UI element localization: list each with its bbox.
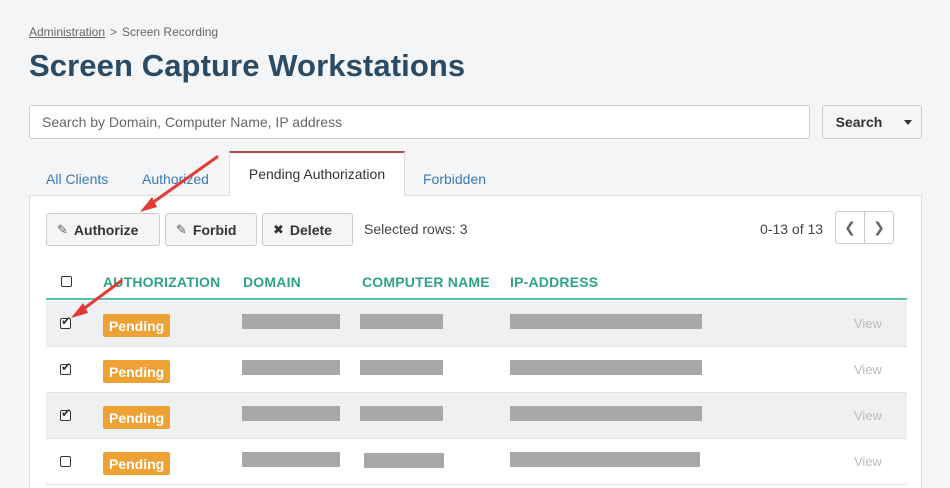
redacted-domain (242, 452, 340, 467)
redacted-computer-name (360, 406, 443, 421)
select-all-checkbox[interactable] (61, 276, 72, 287)
view-link[interactable]: View (854, 454, 882, 469)
table-row[interactable]: Pending View (46, 393, 907, 439)
caret-down-icon (904, 119, 912, 125)
row-checkbox[interactable] (60, 314, 71, 329)
view-link[interactable]: View (854, 316, 882, 331)
selected-rows-count: Selected rows: 3 (364, 221, 468, 237)
breadcrumb-current: Screen Recording (122, 25, 219, 39)
authorize-button-label: Authorize (73, 221, 139, 238)
pagination-range: 0-13 of 13 (760, 221, 824, 237)
redacted-ip-address (510, 314, 702, 329)
edit-icon: ✎ (176, 221, 187, 237)
tab-pending-authorization[interactable]: Pending Authorization (229, 151, 405, 196)
column-header-domain[interactable]: DOMAIN (243, 274, 301, 290)
redacted-domain (242, 360, 340, 375)
row-checkbox[interactable] (60, 360, 71, 375)
view-link[interactable]: View (854, 408, 882, 423)
column-header-ip-address[interactable]: IP-ADDRESS (510, 274, 598, 290)
close-icon: ✖ (273, 221, 284, 237)
previous-page-button[interactable]: ❮ (835, 211, 865, 244)
status-badge: Pending (103, 314, 171, 337)
next-page-button[interactable]: ❯ (864, 211, 894, 244)
status-badge: Pending (103, 360, 171, 383)
row-checkbox[interactable] (60, 456, 71, 467)
authorize-button[interactable]: ✎ Authorize (46, 213, 160, 246)
redacted-computer-name (364, 453, 444, 468)
search-button[interactable]: Search (822, 105, 896, 139)
chevron-right-icon: ❯ (873, 219, 885, 235)
chevron-left-icon: ❮ (844, 219, 856, 235)
delete-button-label: Delete (289, 221, 332, 238)
search-options-dropdown[interactable] (895, 105, 922, 139)
redacted-computer-name (360, 314, 443, 329)
page-title: Screen Capture Workstations (29, 48, 466, 83)
redacted-ip-address (510, 452, 700, 467)
table-header-underline (46, 298, 907, 300)
redacted-domain (242, 314, 340, 329)
row-checkbox[interactable] (60, 406, 71, 421)
breadcrumb-administration-link[interactable]: Administration (29, 25, 105, 39)
tab-forbidden[interactable]: Forbidden (423, 163, 486, 195)
redacted-ip-address (510, 406, 702, 421)
tab-authorized[interactable]: Authorized (142, 163, 209, 195)
delete-button[interactable]: ✖ Delete (262, 213, 353, 246)
redacted-domain (242, 406, 340, 421)
breadcrumb-separator: > (110, 25, 118, 39)
status-badge: Pending (103, 452, 171, 475)
column-header-authorization[interactable]: AUTHORIZATION (103, 274, 220, 290)
table-row[interactable]: Pending View (46, 439, 907, 485)
column-header-computer-name[interactable]: COMPUTER NAME (362, 274, 490, 290)
redacted-computer-name (360, 360, 443, 375)
breadcrumb: Administration > Screen Recording (29, 25, 218, 39)
table-row[interactable]: Pending View (46, 301, 907, 347)
status-badge: Pending (103, 406, 171, 429)
forbid-button-label: Forbid (192, 221, 237, 238)
redacted-ip-address (510, 360, 702, 375)
table-row[interactable]: Pending View (46, 347, 907, 393)
search-input[interactable] (29, 105, 810, 139)
view-link[interactable]: View (854, 362, 882, 377)
forbid-button[interactable]: ✎ Forbid (165, 213, 257, 246)
tab-all-clients[interactable]: All Clients (46, 163, 108, 195)
edit-icon: ✎ (57, 221, 68, 237)
